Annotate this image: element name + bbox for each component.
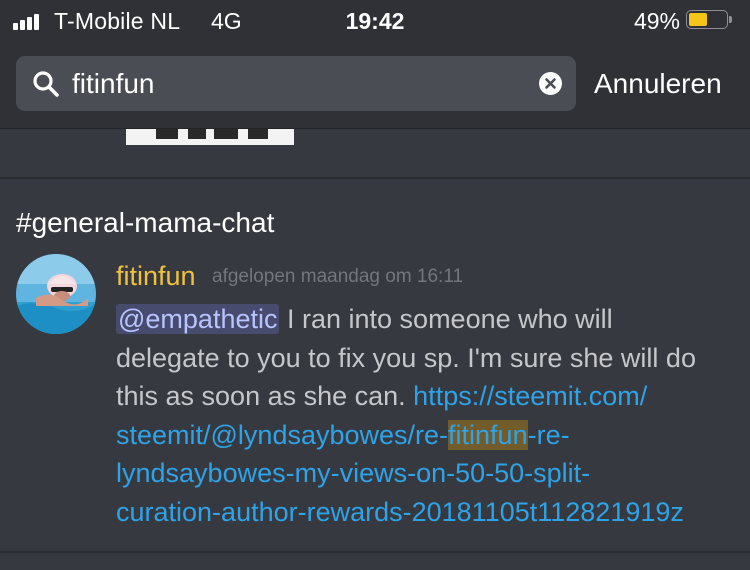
user-mention[interactable]: @empathetic: [116, 304, 280, 334]
message-text-line: this as soon as she can.: [116, 381, 414, 411]
search-field[interactable]: fitinfun: [16, 56, 576, 111]
result-divider: [0, 551, 750, 553]
top-area: T-Mobile NL 4G 19:42 49% fitinfun Annule…: [0, 0, 750, 128]
message-link[interactable]: curation-author-rewards-20181105t1128219…: [116, 493, 726, 532]
avatar[interactable]: [16, 254, 96, 334]
clear-search-icon[interactable]: [539, 72, 562, 95]
search-input[interactable]: fitinfun: [72, 68, 155, 100]
header-divider: [0, 128, 750, 129]
message-link[interactable]: -re-: [528, 420, 570, 450]
status-bar: T-Mobile NL 4G 19:42 49%: [0, 0, 750, 42]
message-link[interactable]: https://steemit.com/: [413, 381, 647, 411]
cancel-button[interactable]: Annuleren: [594, 68, 722, 100]
author-name[interactable]: fitinfun: [116, 261, 196, 292]
message-text-line: I ran into someone who will: [279, 304, 613, 334]
message-body: @empathetic I ran into someone who will …: [116, 300, 726, 531]
result-divider: [0, 177, 750, 179]
message-link[interactable]: steemit/@lyndsaybowes/re-: [116, 420, 448, 450]
search-icon: [33, 71, 59, 97]
battery-icon: [686, 10, 732, 31]
search-match-highlight[interactable]: fitinfun: [448, 419, 528, 450]
battery-percentage: 49%: [633, 8, 680, 34]
swimmer-photo: [16, 254, 96, 334]
message-link[interactable]: lyndsaybowes-my-views-on-50-50-split-: [116, 454, 726, 493]
previous-result-image: [126, 129, 294, 145]
message-timestamp: afgelopen maandag om 16:11: [212, 266, 464, 287]
channel-name[interactable]: #general-mama-chat: [16, 207, 274, 239]
message-text-line: delegate to you to fix you sp. I'm sure …: [116, 342, 696, 373]
